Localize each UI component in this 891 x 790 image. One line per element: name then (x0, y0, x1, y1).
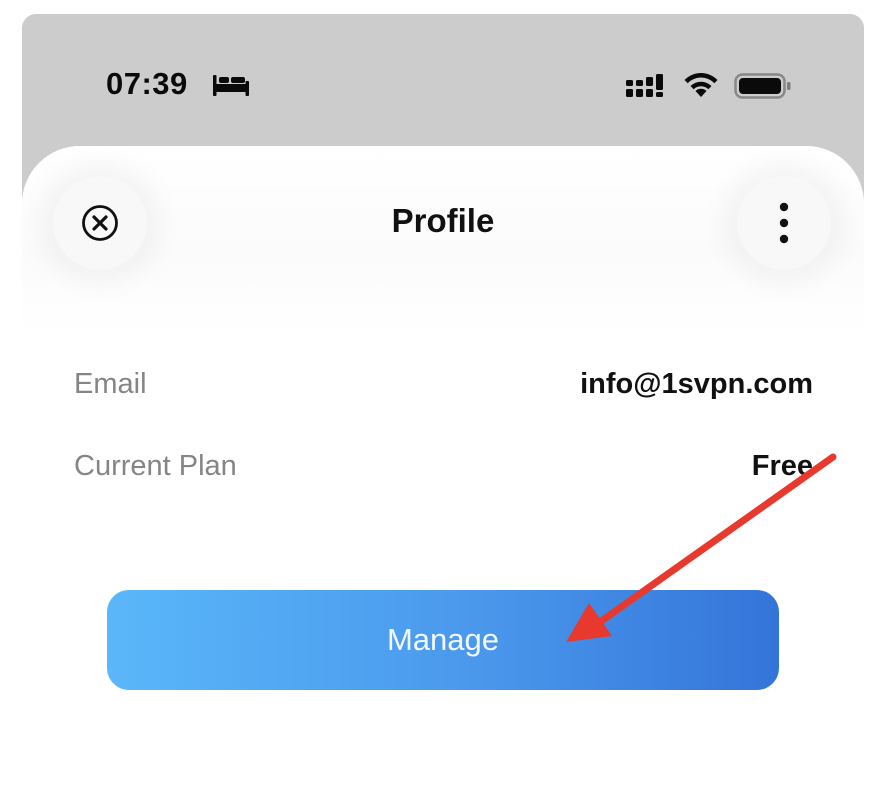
cellular-signal-icon (626, 74, 663, 97)
more-options-button[interactable] (737, 176, 831, 270)
sheet-header-fade (22, 146, 864, 336)
current-plan-label: Current Plan (74, 450, 237, 482)
wifi-icon (684, 73, 718, 97)
email-value: info@1svpn.com (580, 368, 813, 400)
manage-button[interactable]: Manage (107, 590, 779, 690)
bed-icon (213, 75, 249, 96)
status-time: 07:39 (106, 66, 188, 101)
profile-sheet: Profile Email info@1svpn.com Current Pla… (22, 146, 864, 790)
current-plan-value: Free (751, 450, 813, 482)
email-label: Email (74, 368, 147, 400)
battery-icon (734, 73, 791, 99)
phone-screen: 07:39 Profile Email info@1svpn.com Curre… (22, 14, 864, 790)
more-vertical-icon (779, 202, 789, 244)
